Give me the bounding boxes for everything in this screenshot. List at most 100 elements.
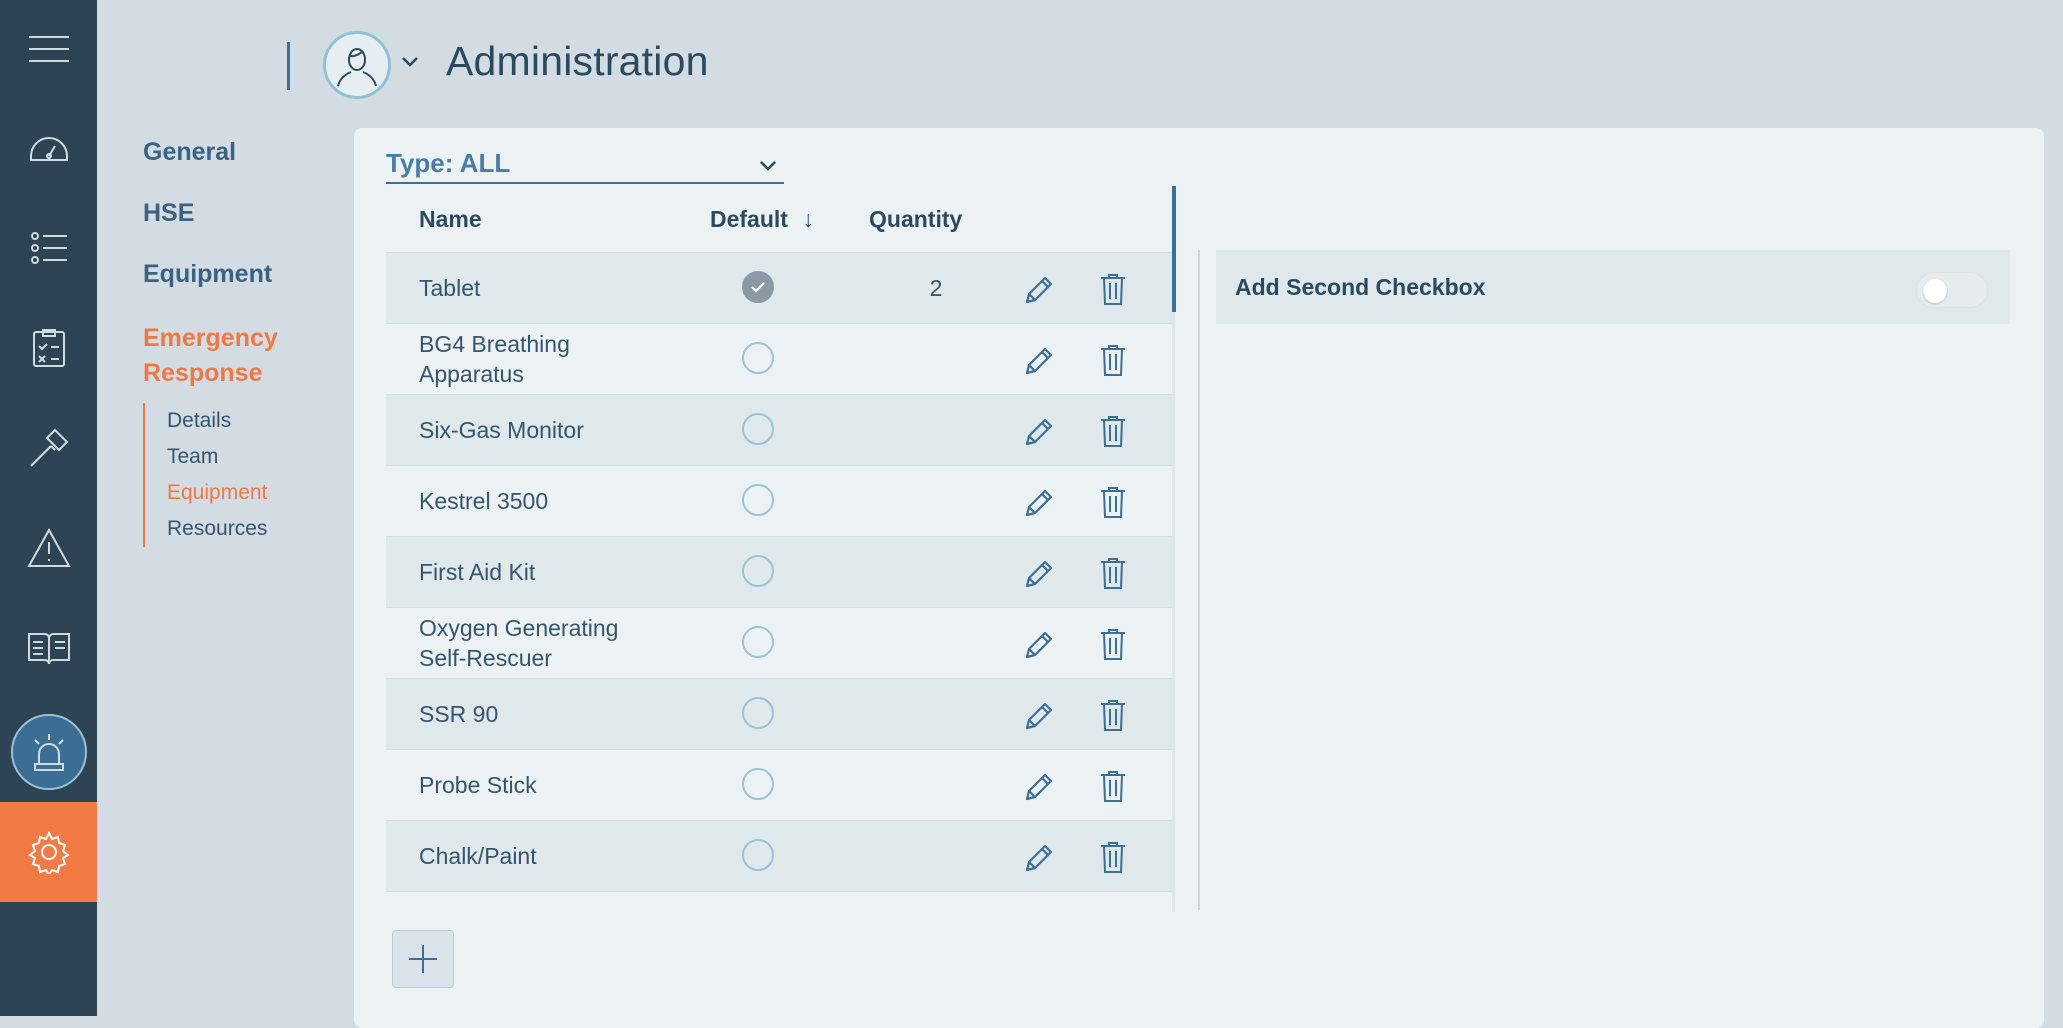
trash-icon xyxy=(1098,416,1128,452)
admin-subnav: General HSE Equipment Emergency Response… xyxy=(143,138,303,547)
default-radio[interactable] xyxy=(742,768,774,800)
subnav-child-details[interactable]: Details xyxy=(167,403,303,439)
trash-icon xyxy=(1098,629,1128,665)
column-header-default[interactable]: Default ↓ xyxy=(710,206,814,233)
trash-icon xyxy=(1098,700,1128,736)
edit-button[interactable] xyxy=(1022,841,1056,880)
delete-button[interactable] xyxy=(1098,840,1128,879)
edit-button[interactable] xyxy=(1022,344,1056,383)
quantity-value xyxy=(906,395,966,465)
emergency-button[interactable] xyxy=(0,702,97,802)
equipment-name: SSR 90 xyxy=(419,701,499,727)
default-radio[interactable] xyxy=(742,271,774,303)
column-header-default-label: Default xyxy=(710,206,788,232)
checklist-icon xyxy=(32,329,65,367)
pencil-icon xyxy=(1022,844,1056,879)
subnav-item-emergency-response[interactable]: Emergency Response xyxy=(143,321,303,391)
edit-button[interactable] xyxy=(1022,486,1056,525)
type-filter-label: Type: ALL xyxy=(386,148,511,178)
hazards-button[interactable] xyxy=(0,498,97,598)
settings-button[interactable] xyxy=(0,802,97,902)
quantity-value xyxy=(906,324,966,394)
quantity-value: 2 xyxy=(929,275,943,301)
panel-divider xyxy=(1198,250,1200,910)
user-icon xyxy=(337,47,377,87)
add-equipment-button[interactable] xyxy=(392,930,454,988)
edit-button[interactable] xyxy=(1022,699,1056,738)
gear-icon xyxy=(27,830,70,874)
pencil-icon xyxy=(1022,347,1056,382)
table-row[interactable]: First Aid Kit xyxy=(386,536,1174,607)
table-scrollbar-thumb[interactable] xyxy=(1172,186,1176,312)
pencil-icon xyxy=(1022,773,1056,808)
delete-button[interactable] xyxy=(1098,627,1128,666)
table-row[interactable]: Chalk/Paint xyxy=(386,820,1174,891)
subnav-item-equipment[interactable]: Equipment xyxy=(143,260,303,289)
default-radio[interactable] xyxy=(742,839,774,871)
equipment-table-body: Tablet 2 BG4 Breathing Apparatus Six-Gas Mo… xyxy=(386,252,1174,910)
left-nav-rail xyxy=(0,0,97,1016)
trash-icon xyxy=(1098,274,1128,310)
default-radio[interactable] xyxy=(742,413,774,445)
edit-button[interactable] xyxy=(1022,273,1056,312)
subnav-child-team[interactable]: Team xyxy=(167,439,303,475)
subnav-child-equipment[interactable]: Equipment xyxy=(167,475,303,511)
table-row[interactable]: Probe Stick xyxy=(386,749,1174,820)
table-row[interactable] xyxy=(386,891,1174,910)
subnav-item-general[interactable]: General xyxy=(143,138,303,167)
default-radio[interactable] xyxy=(742,342,774,374)
quantity-value xyxy=(906,892,966,910)
default-radio[interactable] xyxy=(742,484,774,516)
equipment-name: BG4 Breathing Apparatus xyxy=(419,331,570,387)
list-icon xyxy=(30,232,67,264)
edit-button[interactable] xyxy=(1022,628,1056,667)
menu-button[interactable] xyxy=(0,0,97,97)
hammer-icon xyxy=(29,428,68,467)
delete-button[interactable] xyxy=(1098,343,1128,382)
table-row[interactable]: Tablet 2 xyxy=(386,252,1174,323)
header-separator xyxy=(287,42,290,90)
table-row[interactable]: Six-Gas Monitor xyxy=(386,394,1174,465)
list-button[interactable] xyxy=(0,198,97,298)
quantity-value xyxy=(906,608,966,678)
user-avatar[interactable] xyxy=(323,31,391,99)
equipment-name: Oxygen Generating Self-Rescuer xyxy=(419,615,619,671)
subnav-child-resources[interactable]: Resources xyxy=(167,511,303,547)
trash-icon xyxy=(1098,487,1128,523)
equipment-name: Tablet xyxy=(419,275,481,301)
delete-button[interactable] xyxy=(1098,414,1128,453)
equipment-name: Six-Gas Monitor xyxy=(419,417,584,443)
table-row[interactable]: Kestrel 3500 xyxy=(386,465,1174,536)
warning-icon xyxy=(26,527,71,567)
edit-button[interactable] xyxy=(1022,415,1056,454)
tools-button[interactable] xyxy=(0,398,97,498)
edit-button[interactable] xyxy=(1022,770,1056,809)
table-row[interactable]: BG4 Breathing Apparatus xyxy=(386,323,1174,394)
table-row[interactable]: Oxygen Generating Self-Rescuer xyxy=(386,607,1174,678)
plus-icon xyxy=(409,945,437,973)
default-radio[interactable] xyxy=(742,697,774,729)
default-radio[interactable] xyxy=(742,555,774,587)
alarm-icon xyxy=(33,734,64,771)
dashboard-button[interactable] xyxy=(0,98,97,198)
delete-button[interactable] xyxy=(1098,485,1128,524)
subnav-item-hse[interactable]: HSE xyxy=(143,199,303,228)
type-filter-dropdown[interactable]: Type: ALL xyxy=(386,148,784,184)
delete-button[interactable] xyxy=(1098,698,1128,737)
check-icon xyxy=(751,282,765,293)
column-header-name[interactable]: Name xyxy=(419,206,482,233)
edit-button[interactable] xyxy=(1022,557,1056,596)
table-row[interactable]: SSR 90 xyxy=(386,678,1174,749)
library-button[interactable] xyxy=(0,598,97,698)
delete-button[interactable] xyxy=(1098,272,1128,311)
column-header-quantity[interactable]: Quantity xyxy=(869,206,962,233)
second-checkbox-toggle[interactable] xyxy=(1916,272,1988,308)
checklist-button[interactable] xyxy=(0,298,97,398)
default-radio[interactable] xyxy=(742,626,774,658)
delete-button[interactable] xyxy=(1098,769,1128,808)
trash-icon xyxy=(1098,558,1128,594)
equipment-name: Probe Stick xyxy=(419,772,537,798)
user-menu-chevron-icon[interactable] xyxy=(400,52,420,72)
delete-button[interactable] xyxy=(1098,556,1128,595)
quantity-value xyxy=(906,679,966,749)
